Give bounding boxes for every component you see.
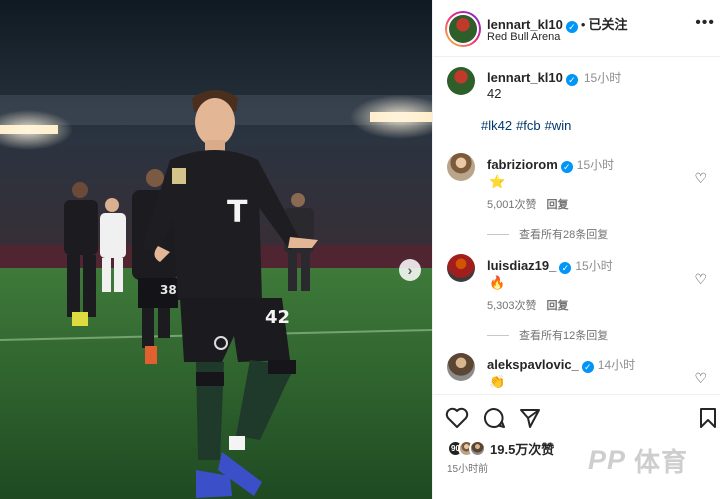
watermark-text: 体育	[634, 447, 689, 477]
location-link[interactable]: Red Bull Arena	[487, 31, 560, 43]
share-icon[interactable]	[519, 407, 541, 429]
comment-likes[interactable]: 5,001次赞	[487, 199, 537, 211]
likes-count[interactable]: 19.5万次赞	[490, 439, 554, 458]
verified-icon: ✓	[560, 161, 573, 173]
comment-icon[interactable]	[483, 407, 505, 429]
watermark: PP 体育	[588, 442, 688, 479]
badge	[172, 168, 186, 184]
comment-text: 👏	[489, 374, 506, 389]
post-side-panel: lennart_kl10 ✓ • 已关注 Red Bull Arena ••• len…	[432, 0, 720, 499]
commenter-username[interactable]: alekspavlovic_	[487, 357, 579, 372]
caption-username[interactable]: lennart_kl10	[487, 70, 563, 85]
heart-icon[interactable]: ♡	[694, 170, 707, 187]
author-username[interactable]: lennart_kl10	[487, 17, 563, 32]
verified-icon: ✓	[565, 21, 578, 33]
verified-icon: ✓	[581, 361, 594, 373]
verified-icon: ✓	[559, 262, 572, 274]
separator-dot: •	[580, 17, 586, 32]
bookmark-icon[interactable]	[699, 407, 717, 429]
more-horizontal-icon[interactable]: •••	[695, 14, 715, 32]
comment-likes[interactable]: 5,303次赞	[487, 300, 537, 312]
commenter-avatar[interactable]	[447, 153, 475, 181]
following-button[interactable]: 已关注	[588, 17, 627, 32]
photo-scene: T 38 T 42	[0, 0, 432, 499]
view-replies-button[interactable]: 查看所有28条回复	[487, 226, 608, 242]
hashtags: #lk42 #fcb #win	[481, 118, 575, 133]
liker-avatar[interactable]	[469, 440, 486, 457]
likes-row: 90 19.5万次赞	[447, 439, 554, 458]
comment-text: ⭐	[489, 174, 506, 189]
commenter-username[interactable]: luisdiaz19_	[487, 258, 556, 273]
sponsor-logo: T	[227, 195, 248, 230]
next-photo-button[interactable]: ›	[399, 259, 421, 281]
hashtag-link[interactable]: #lk42	[481, 118, 512, 133]
watermark-logo: PP	[588, 445, 627, 475]
commenter-avatar[interactable]	[447, 254, 475, 282]
post-photo: T 38 T 42	[0, 0, 432, 499]
post-header: lennart_kl10 ✓ • 已关注 Red Bull Arena •••	[433, 0, 720, 57]
like-heart-icon[interactable]	[445, 407, 469, 429]
caption-avatar[interactable]	[447, 67, 475, 95]
hashtag-link[interactable]: #win	[545, 118, 572, 133]
comment-text: 🔥	[489, 275, 506, 290]
comment-time: 14小时	[597, 358, 636, 372]
reply-button[interactable]: 回复	[547, 300, 569, 312]
bg-player-number: 38	[160, 283, 177, 297]
view-replies-button[interactable]: 查看所有12条回复	[487, 327, 608, 343]
author-avatar[interactable]	[445, 11, 481, 47]
commenter-avatar[interactable]	[447, 353, 475, 381]
shorts-number: 42	[265, 307, 290, 328]
heart-icon[interactable]: ♡	[694, 271, 707, 288]
caption-time: 15小时	[583, 71, 622, 85]
hashtag-link[interactable]: #fcb	[516, 118, 541, 133]
commenter-username[interactable]: fabriziorom	[487, 157, 558, 172]
caption-text: 42	[487, 86, 502, 101]
reply-button[interactable]: 回复	[547, 199, 569, 211]
heart-icon[interactable]: ♡	[694, 370, 707, 387]
comment-time: 15小时	[575, 259, 613, 273]
verified-icon: ✓	[565, 74, 578, 86]
comment-time: 15小时	[576, 158, 615, 172]
post-time: 15小时前	[447, 464, 489, 475]
